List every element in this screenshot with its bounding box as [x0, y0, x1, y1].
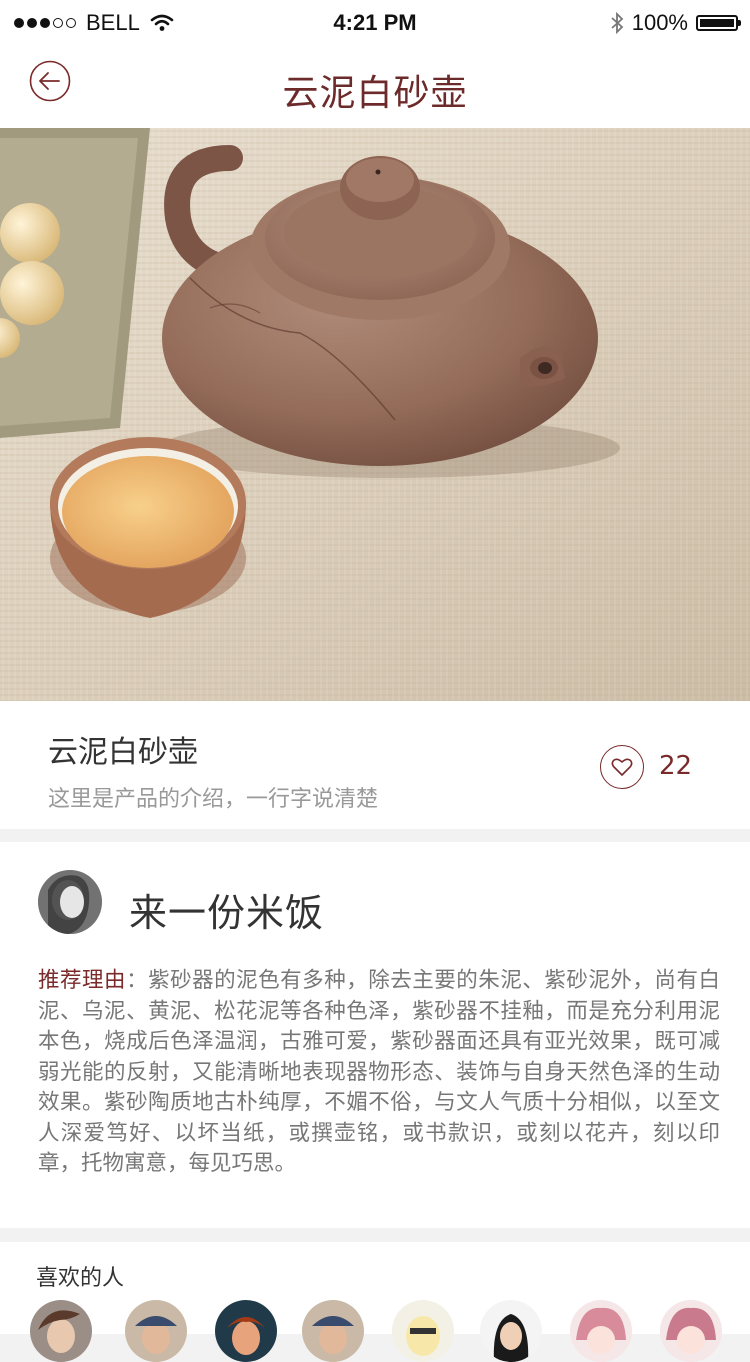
liker-avatar[interactable]: [215, 1300, 277, 1362]
avatar[interactable]: [38, 870, 102, 934]
status-bar: BELL 4:21 PM 100%: [0, 0, 750, 48]
battery-icon: [696, 15, 741, 31]
liker-avatar[interactable]: [30, 1300, 92, 1362]
recommendation-text: 推荐理由：紫砂器的泥色有多种，除去主要的朱泥、紫砂泥外，尚有白泥、乌泥、黄泥、松…: [38, 966, 720, 1180]
heart-icon: [611, 758, 633, 776]
recommendation-label: 推荐理由: [38, 968, 127, 993]
liker-avatar[interactable]: [480, 1300, 542, 1362]
product-description: 这里是产品的介绍，一行字说清楚: [48, 787, 379, 812]
liker-avatar[interactable]: [392, 1300, 454, 1362]
recommendation-body: 紫砂器的泥色有多种，除去主要的朱泥、紫砂泥外，尚有白泥、乌泥、黄泥、松花泥等各种…: [38, 968, 720, 1176]
product-info: 云泥白砂壶 这里是产品的介绍，一行字说清楚 22: [0, 701, 750, 829]
recommender-name: 来一份米饭: [129, 891, 325, 935]
nav-bar: 云泥白砂壶: [0, 48, 750, 128]
liker-avatar[interactable]: [660, 1300, 722, 1362]
likers-title: 喜欢的人: [36, 1266, 125, 1291]
product-title: 云泥白砂壶: [48, 735, 198, 770]
page-title: 云泥白砂壶: [282, 73, 468, 114]
product-hero-image: [0, 128, 750, 701]
recommendation-separator: ：: [126, 968, 149, 993]
status-right: 100%: [610, 10, 741, 36]
like-button[interactable]: [600, 745, 644, 789]
liker-avatar[interactable]: [570, 1300, 632, 1362]
recommendation-card: 来一份米饭 推荐理由：紫砂器的泥色有多种，除去主要的朱泥、紫砂泥外，尚有白泥、乌…: [0, 842, 750, 1228]
like-count: 22: [659, 751, 693, 781]
bluetooth-icon: [611, 12, 624, 34]
liker-avatar[interactable]: [125, 1300, 187, 1362]
battery-percent: 100%: [631, 10, 688, 35]
liker-avatar[interactable]: [302, 1300, 364, 1362]
likers-section: 喜欢的人: [0, 1242, 750, 1362]
